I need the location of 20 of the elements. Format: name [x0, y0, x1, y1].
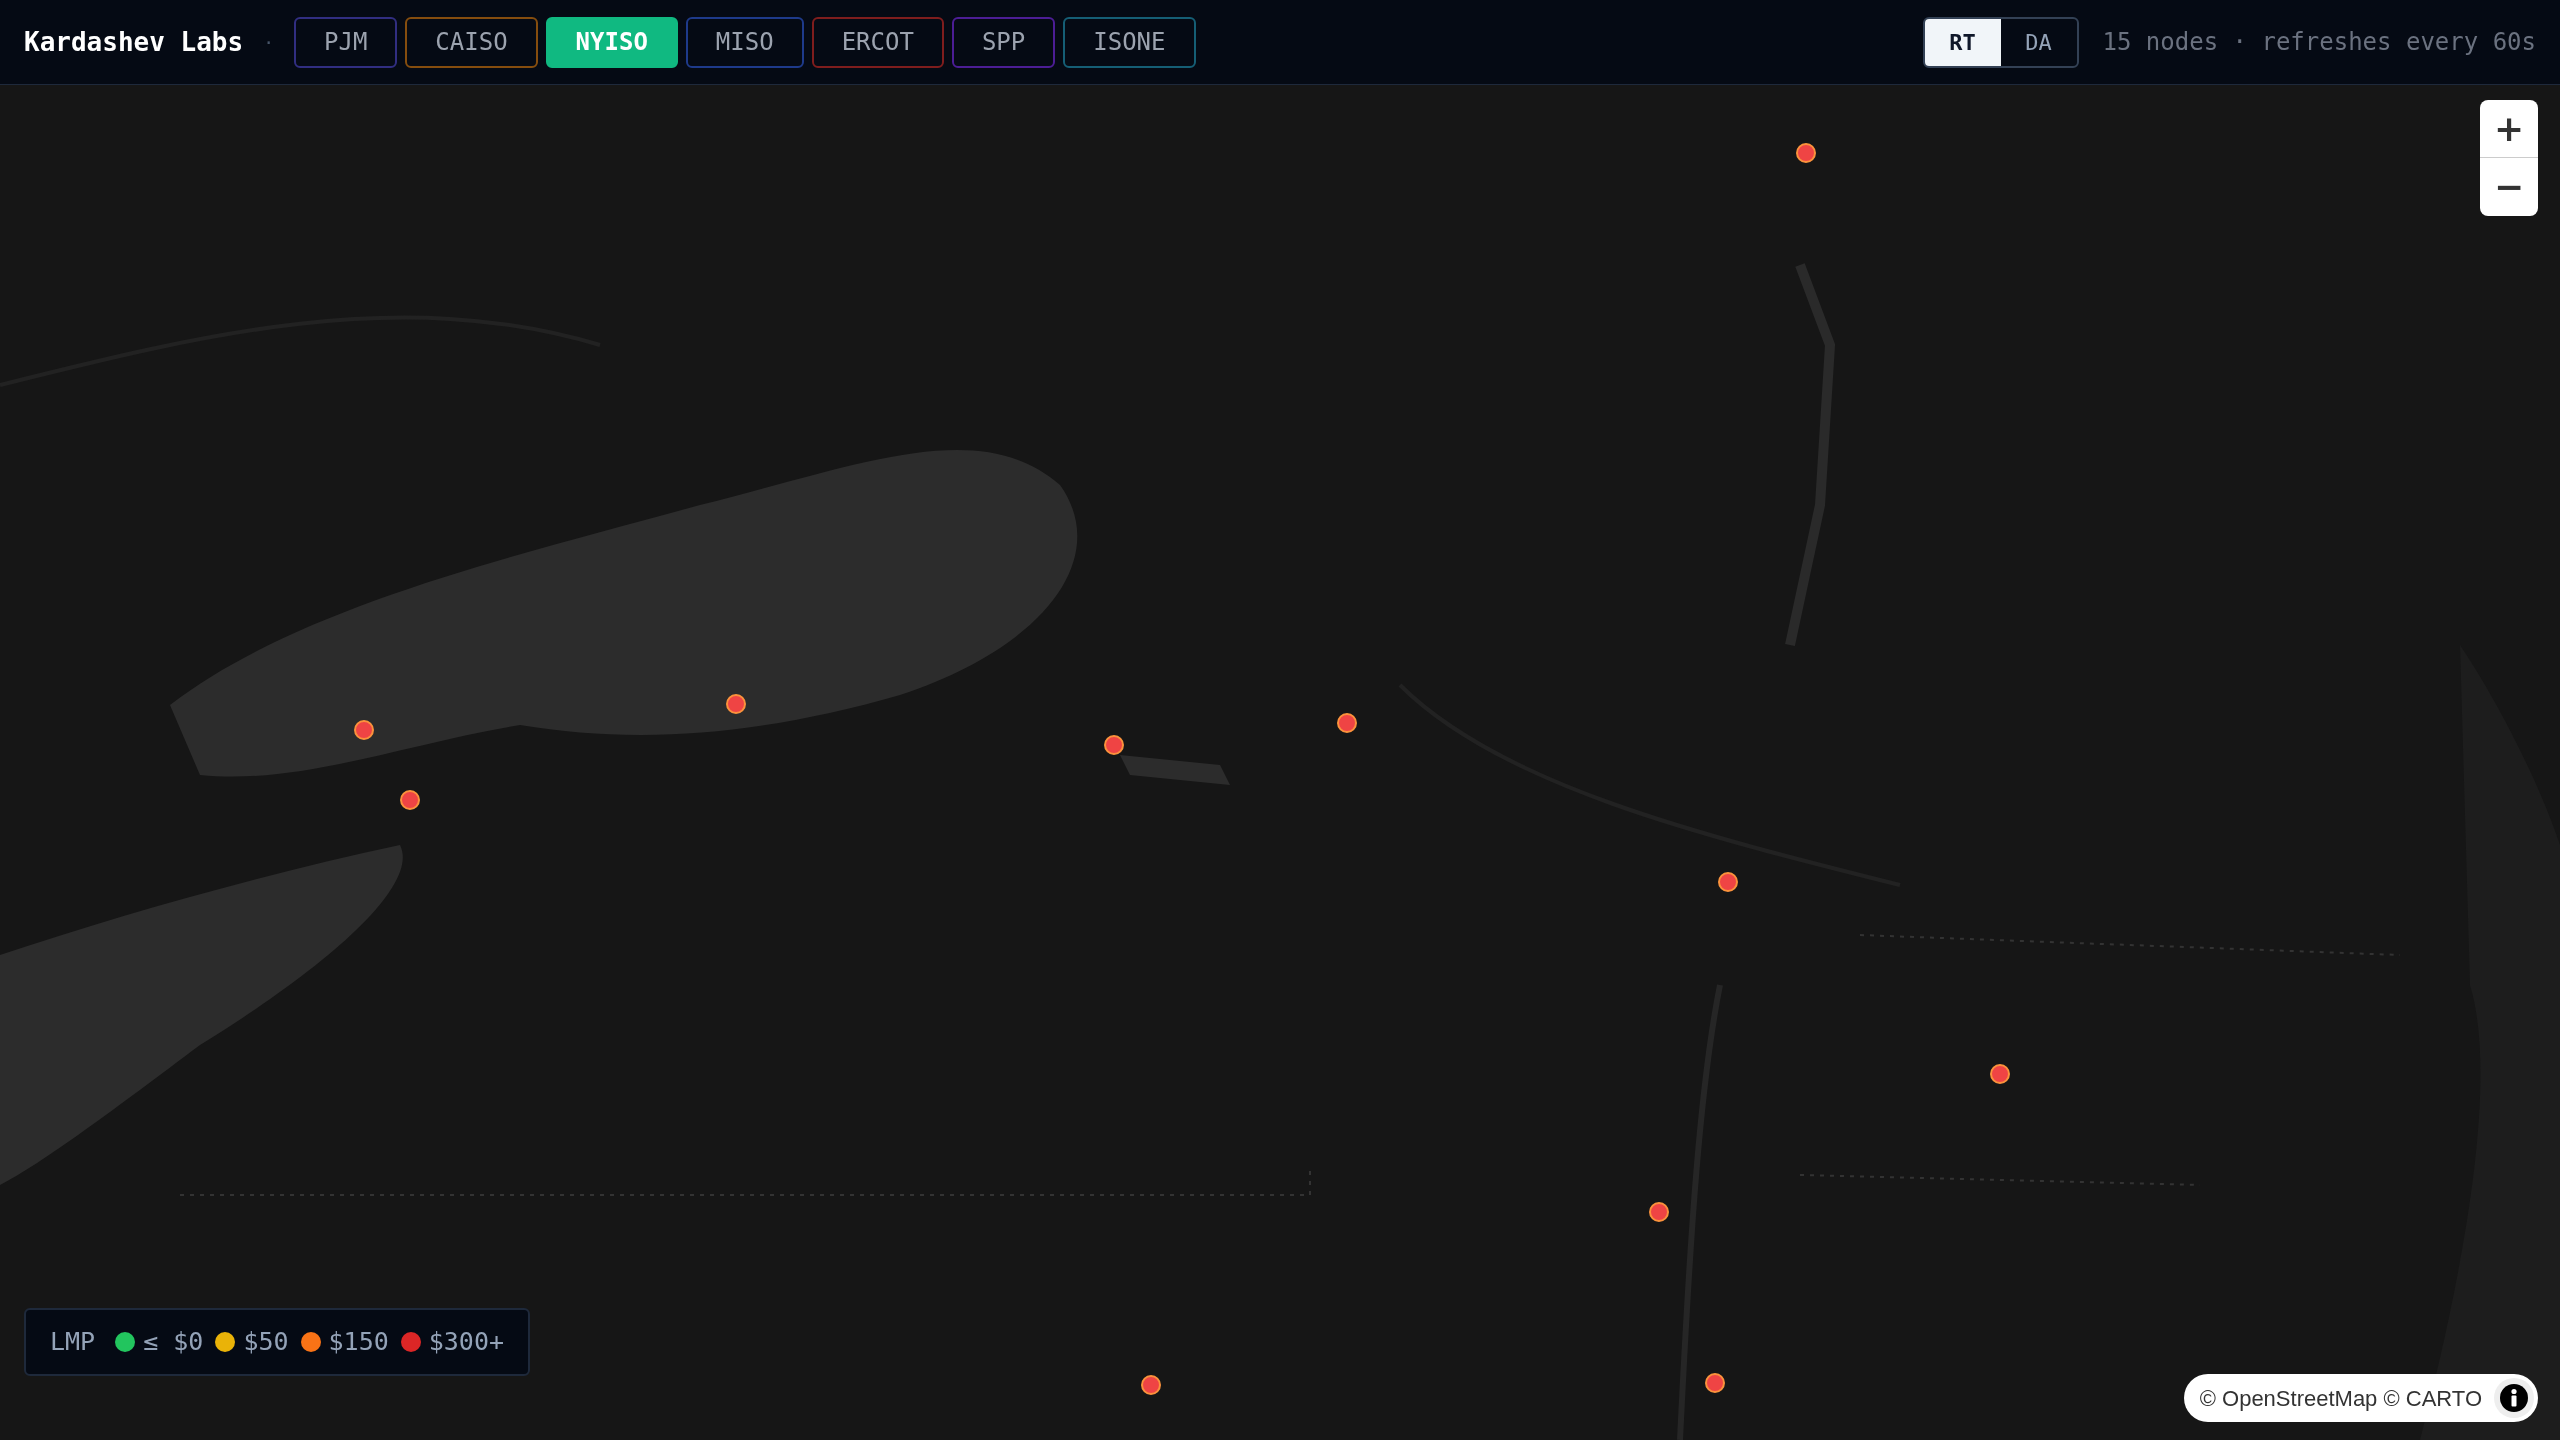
toggle-option[interactable]: RT: [1924, 18, 2001, 66]
legend-label: ≤ $0: [143, 1326, 204, 1359]
legend-label: $50: [243, 1326, 289, 1359]
status-text: 15 nodes · refreshes every 60s: [2102, 27, 2536, 58]
market-tab[interactable]: CAISO: [405, 16, 538, 68]
market-tab[interactable]: MISO: [685, 16, 804, 68]
attribution-text: © OpenStreetMap © CARTO: [2199, 1384, 2482, 1413]
app-title: Kardashev Labs: [24, 25, 244, 59]
market-tab[interactable]: SPP: [951, 16, 1056, 68]
zoom-out-button[interactable]: −: [2480, 158, 2538, 216]
info-icon[interactable]: [2494, 1378, 2534, 1418]
market-tab[interactable]: PJM: [294, 16, 398, 68]
legend-title: LMP: [50, 1326, 96, 1359]
toggle-option[interactable]: DA: [2000, 18, 2077, 66]
separator: ·: [263, 30, 274, 55]
legend-label: $150: [328, 1326, 389, 1359]
market-tab[interactable]: ISONE: [1063, 16, 1196, 68]
zoom-in-button[interactable]: +: [2480, 100, 2538, 158]
market-tab[interactable]: ERCOT: [811, 16, 944, 68]
legend-label: $300+: [428, 1326, 504, 1359]
